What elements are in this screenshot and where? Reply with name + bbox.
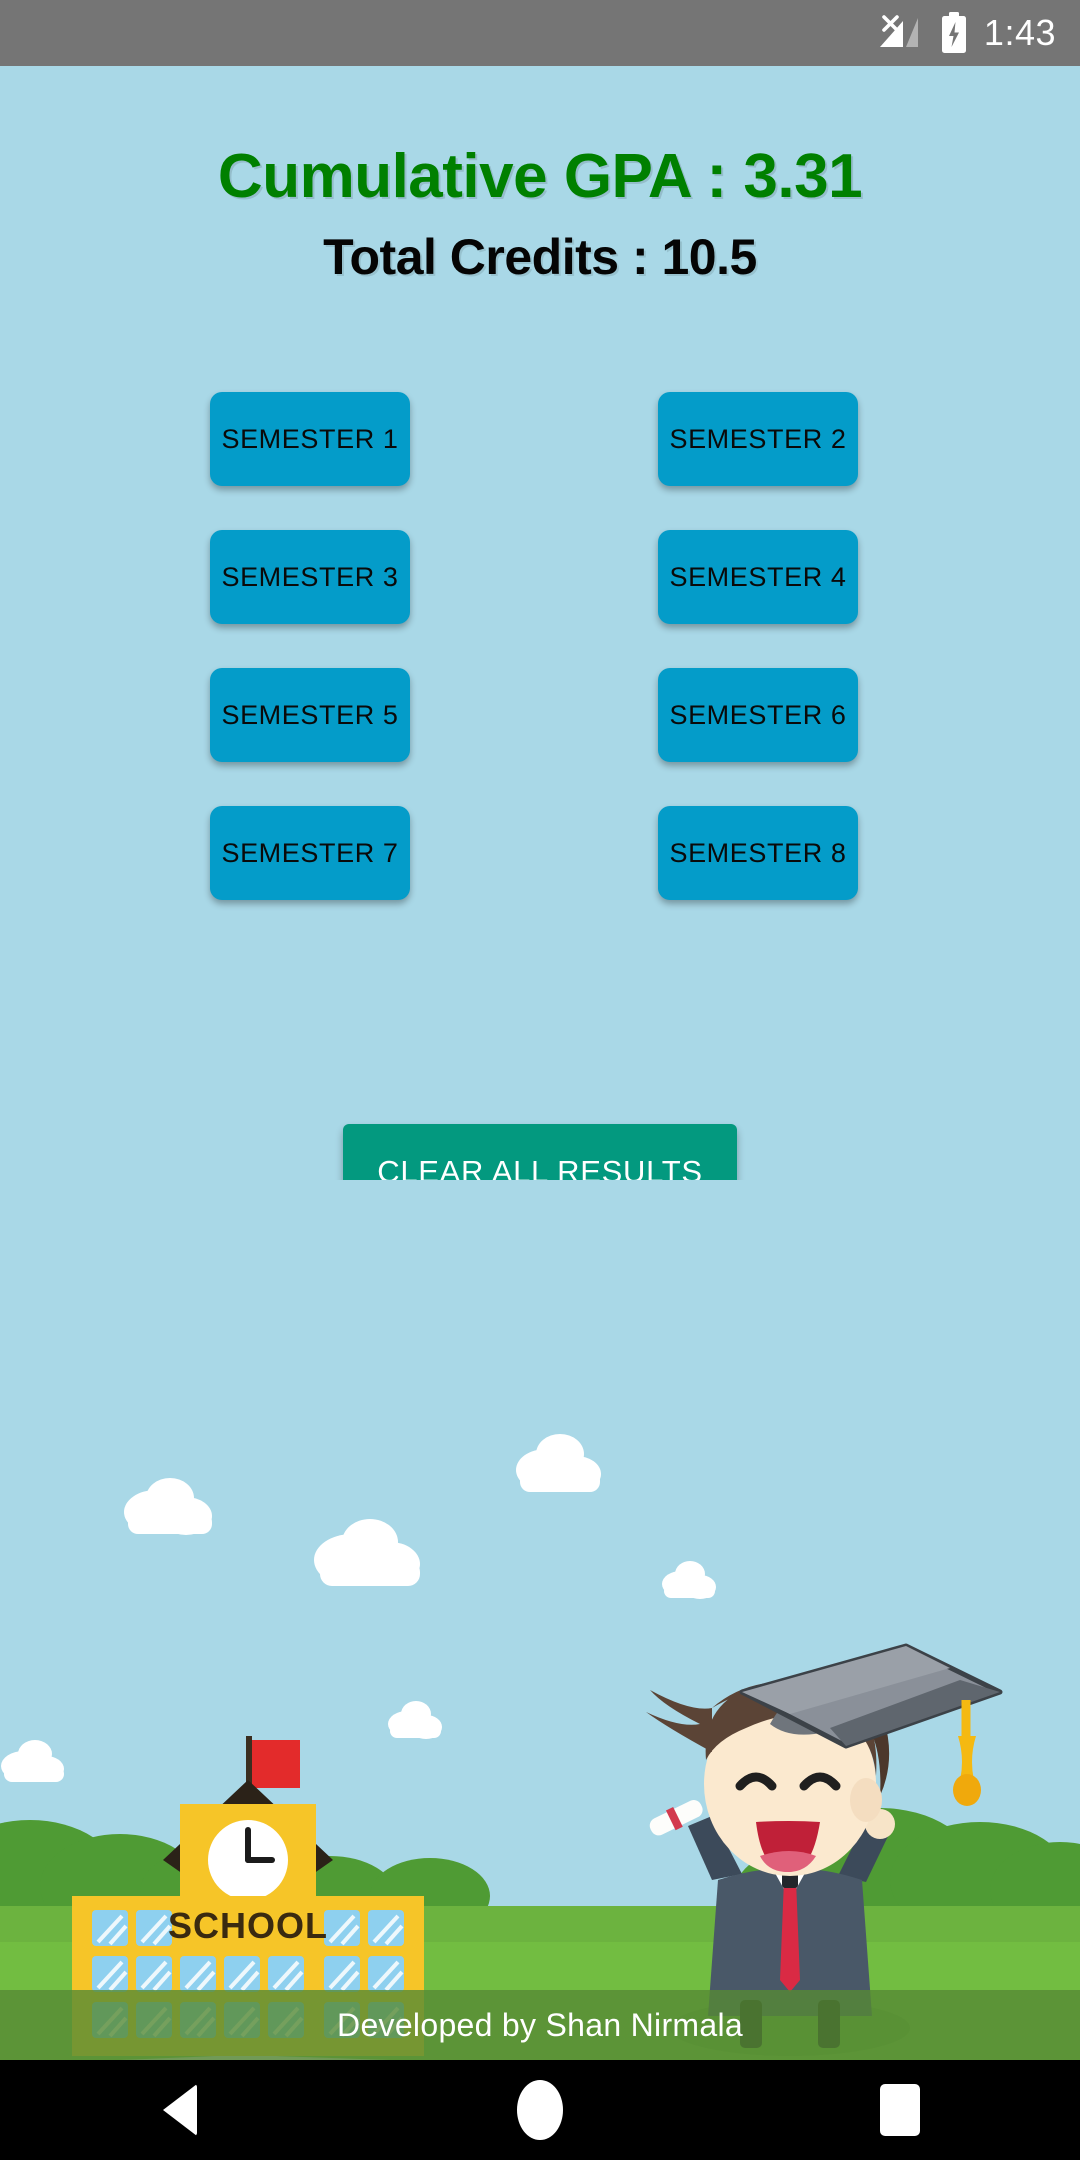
semester-6-button[interactable]: SEMESTER 6: [658, 668, 858, 762]
developer-credit-text: Developed by Shan Nirmala: [337, 2006, 743, 2043]
flag-icon: [252, 1740, 300, 1788]
footer-credit-bar: Developed by Shan Nirmala: [0, 1990, 1080, 2060]
semester-button-grid: SEMESTER 1 SEMESTER 2 SEMESTER 3 SEMESTE…: [210, 392, 870, 900]
home-circle-icon: [517, 2080, 563, 2140]
semester-1-button[interactable]: SEMESTER 1: [210, 392, 410, 486]
nav-home-button[interactable]: [360, 2080, 720, 2140]
semester-7-button[interactable]: SEMESTER 7: [210, 806, 410, 900]
semester-3-button[interactable]: SEMESTER 3: [210, 530, 410, 624]
status-bar: 1:43: [0, 0, 1080, 66]
signal-no-sim-icon: [879, 15, 918, 47]
school-graduate-illustration: SCHOOL: [0, 1180, 1080, 2060]
cumulative-gpa-label: Cumulative GPA : 3.31: [217, 142, 863, 211]
battery-charging-icon: [941, 12, 966, 53]
semester-2-button[interactable]: SEMESTER 2: [658, 392, 858, 486]
app-content: Cumulative GPA : 3.31 Total Credits : 10…: [0, 66, 1080, 2060]
phone-screen: 1:43 Cumulative GPA : 3.31 Total Credits…: [0, 0, 1080, 2160]
nav-back-button[interactable]: [0, 2084, 360, 2136]
total-credits-label: Total Credits : 10.5: [323, 229, 757, 285]
semester-8-button[interactable]: SEMESTER 8: [658, 806, 858, 900]
status-bar-clock: 1:43: [983, 12, 1056, 53]
android-navigation-bar: [0, 2060, 1080, 2160]
back-triangle-icon: [163, 2084, 197, 2136]
status-bar-icons: [876, 12, 968, 54]
recents-square-icon: [880, 2084, 920, 2136]
nav-recents-button[interactable]: [720, 2084, 1080, 2136]
school-sign-text: SCHOOL: [168, 1905, 328, 1946]
semester-5-button[interactable]: SEMESTER 5: [210, 668, 410, 762]
semester-4-button[interactable]: SEMESTER 4: [658, 530, 858, 624]
